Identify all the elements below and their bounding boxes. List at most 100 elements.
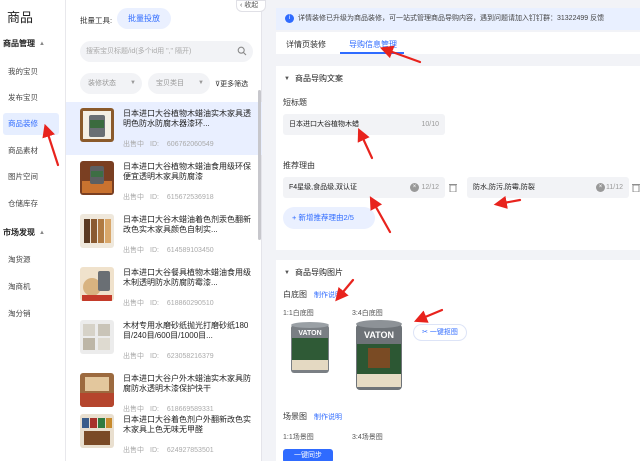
product-id: 606762060549: [166, 141, 214, 148]
collapse-button[interactable]: ‹ 收起: [236, 0, 266, 12]
tab-guide-info[interactable]: 导购信息管理: [349, 39, 397, 50]
product-search-input[interactable]: 搜索宝贝标题/id(多个id用 "," 隔开): [80, 41, 253, 62]
active-tab-underline: [340, 52, 404, 54]
product-row[interactable]: 日本进口大谷餐具植物木蜡油食用级木制透明防水防腐防霉漆... 出售中 ID: 61…: [66, 261, 262, 314]
nav-item-source-goods[interactable]: 淘货源: [3, 249, 59, 271]
caret-up-icon: ▲: [39, 40, 45, 47]
white-bg-image-1-1[interactable]: VATON: [283, 318, 337, 378]
product-row[interactable]: 日本进口大谷植物木蜡油实木家具透明色防水防腐木器漆环... 出售中 ID: 606…: [66, 102, 262, 155]
product-thumbnail: [80, 161, 114, 195]
product-id-prefix: ID:: [150, 194, 159, 201]
nav-item-my-products[interactable]: 我的宝贝: [3, 61, 59, 83]
product-thumbnail: [80, 108, 114, 142]
product-status: 出售中: [123, 247, 144, 254]
nav-item-inventory[interactable]: 仓储库存: [3, 193, 59, 215]
section-header[interactable]: ▼ 商品导购图片: [284, 267, 343, 278]
upgrade-notice: i 详情装修已升级为商品装修，可一站式管理商品导购内容，遇到问题请加入钉钉群：31…: [276, 8, 640, 30]
magic-wand-icon: ✂: [422, 329, 428, 336]
delete-icon[interactable]: [449, 183, 457, 192]
product-title: 日本进口大谷餐具植物木蜡油食用级木制透明防水防腐防霉漆...: [123, 268, 251, 287]
one-click-sync-button[interactable]: 一键同步: [283, 449, 333, 461]
nav-item-publish-product[interactable]: 发布宝贝: [3, 87, 59, 109]
product-thumbnail: [80, 320, 114, 354]
reason-value: 防水,防污,防霉,防裂: [473, 184, 535, 191]
chevron-left-icon: ‹: [240, 2, 243, 9]
product-thumbnail: [80, 214, 114, 248]
ratio-3-4-scene-label: 3:4场景图: [352, 434, 383, 441]
char-count: 10/10: [421, 121, 439, 128]
product-title: 日本进口大谷着色剂户外翻新改色实木家具上色无味无甲醛: [123, 415, 251, 434]
reason-input-2[interactable]: 防水,防污,防霉,防裂 × 11/12: [467, 177, 629, 198]
search-placeholder: 搜索宝贝标题/id(多个id用 "," 隔开): [86, 48, 192, 55]
nav-item-product-material[interactable]: 商品素材: [3, 140, 59, 162]
ratio-1-1-white-label: 1:1白底图: [283, 310, 314, 317]
notice-text: 详情装修已升级为商品装修，可一站式管理商品导购内容，遇到问题请加入钉钉群：313…: [298, 15, 605, 22]
ratio-3-4-white-label: 3:4白底图: [352, 310, 383, 317]
white-bg-label: 白底图: [283, 290, 307, 299]
nav-group-product-management[interactable]: 商品管理 ▲: [3, 38, 45, 49]
batch-tools-label: 批量工具:: [80, 16, 113, 25]
short-title-input[interactable]: 日本进口大谷植物木蜡 10/10: [283, 114, 445, 135]
section-title: 商品导购文案: [294, 74, 343, 83]
section-title: 商品导购图片: [294, 268, 343, 277]
caret-down-icon: ▼: [284, 269, 290, 276]
chevron-down-icon: ▼: [130, 80, 136, 86]
product-title: 日本进口大谷户外木蜡油实木家具防腐防水透明木漆保护快干: [123, 374, 251, 393]
ratio-1-1-scene-label: 1:1场景图: [283, 434, 314, 441]
nav-item-image-space[interactable]: 图片空间: [3, 166, 59, 188]
product-title: 木材专用水磨砂纸抛光打磨砂纸180目/240目/600目/1000目...: [123, 321, 249, 340]
product-row[interactable]: 日本进口大谷木蜡油着色剂汞色翻新改色实木家具颜色自制实... 出售中 ID: 61…: [66, 208, 262, 261]
add-reason-button[interactable]: + 新增推荐理由2/5: [283, 207, 375, 229]
reason-input-1[interactable]: F4星级,食品级,双认证 × 12/12: [283, 177, 445, 198]
white-bg-image-3-4[interactable]: VATON: [350, 318, 408, 396]
product-row[interactable]: 日本进口大谷植物木蜡油食用级环保便宜透明木家具防腐漆 出售中 ID: 615672…: [66, 155, 262, 208]
product-thumbnail: [80, 267, 114, 301]
short-title-label: 短标题: [283, 98, 307, 107]
product-id: 623058216379: [166, 353, 214, 360]
product-id-prefix: ID:: [150, 300, 159, 307]
cutout-label: 一键抠图: [429, 329, 458, 336]
filter-label: 装修状态: [88, 80, 116, 87]
scene-image-label: 场景图: [283, 412, 307, 421]
product-id: 615672536918: [166, 194, 214, 201]
list-scrollbar[interactable]: [258, 90, 261, 240]
clear-icon[interactable]: ×: [410, 183, 419, 192]
product-id: 624927853501: [166, 447, 214, 454]
product-meta: 出售中 ID: 614589103450: [123, 245, 214, 255]
brand-text: VATON: [364, 330, 394, 340]
clear-icon[interactable]: ×: [596, 183, 605, 192]
product-list-panel: 批量工具: 批量投放 搜索宝贝标题/id(多个id用 "," 隔开) 装修状态 ▼…: [66, 0, 262, 461]
filter-label: 宝贝类目: [156, 80, 184, 87]
product-row[interactable]: 木材专用水磨砂纸抛光打磨砂纸180目/240目/600目/1000目... 出售…: [66, 314, 262, 367]
nav-item-business-opportunity[interactable]: 淘商机: [3, 276, 59, 298]
product-status: 出售中: [123, 447, 144, 454]
product-id-prefix: ID:: [150, 247, 159, 254]
nav-title: 商品: [7, 10, 34, 25]
char-count: 12/12: [421, 184, 439, 191]
nav-group-label: 商品管理: [3, 39, 35, 48]
product-id-prefix: ID:: [150, 141, 159, 148]
nav-item-distribution[interactable]: 淘分销: [3, 303, 59, 325]
product-meta: 出售中 ID: 618860290510: [123, 298, 214, 308]
chevron-down-icon: ▼: [198, 80, 204, 86]
delete-icon[interactable]: [632, 183, 640, 192]
decoration-status-filter[interactable]: 装修状态 ▼: [80, 73, 142, 94]
nav-item-product-decoration[interactable]: 商品装修: [3, 113, 59, 135]
tab-bar: [276, 32, 640, 54]
more-filters-button[interactable]: ⊽更多筛选: [215, 79, 248, 89]
reason-value: F4星级,食品级,双认证: [289, 184, 358, 191]
product-row[interactable]: 日本进口大谷着色剂户外翻新改色实木家具上色无味无甲醛 出售中 ID: 624927…: [66, 408, 262, 461]
nav-group-market-discovery[interactable]: 市场发现 ▲: [3, 227, 45, 238]
tab-detail-decoration[interactable]: 详情页装修: [286, 39, 326, 50]
product-id: 614589103450: [166, 247, 214, 254]
product-title: 日本进口大谷植物木蜡油食用级环保便宜透明木家具防腐漆: [123, 162, 251, 181]
one-click-cutout-button[interactable]: ✂ 一键抠图: [413, 324, 467, 341]
scene-help-link[interactable]: 制作说明: [314, 412, 342, 422]
section-header[interactable]: ▼ 商品导购文案: [284, 73, 343, 84]
batch-deploy-button[interactable]: 批量投放: [117, 8, 171, 29]
product-category-filter[interactable]: 宝贝类目 ▼: [148, 73, 210, 94]
white-bg-help-link[interactable]: 制作说明: [314, 290, 342, 300]
char-count: 11/12: [606, 184, 623, 191]
product-status: 出售中: [123, 353, 144, 360]
search-icon[interactable]: [237, 46, 247, 56]
